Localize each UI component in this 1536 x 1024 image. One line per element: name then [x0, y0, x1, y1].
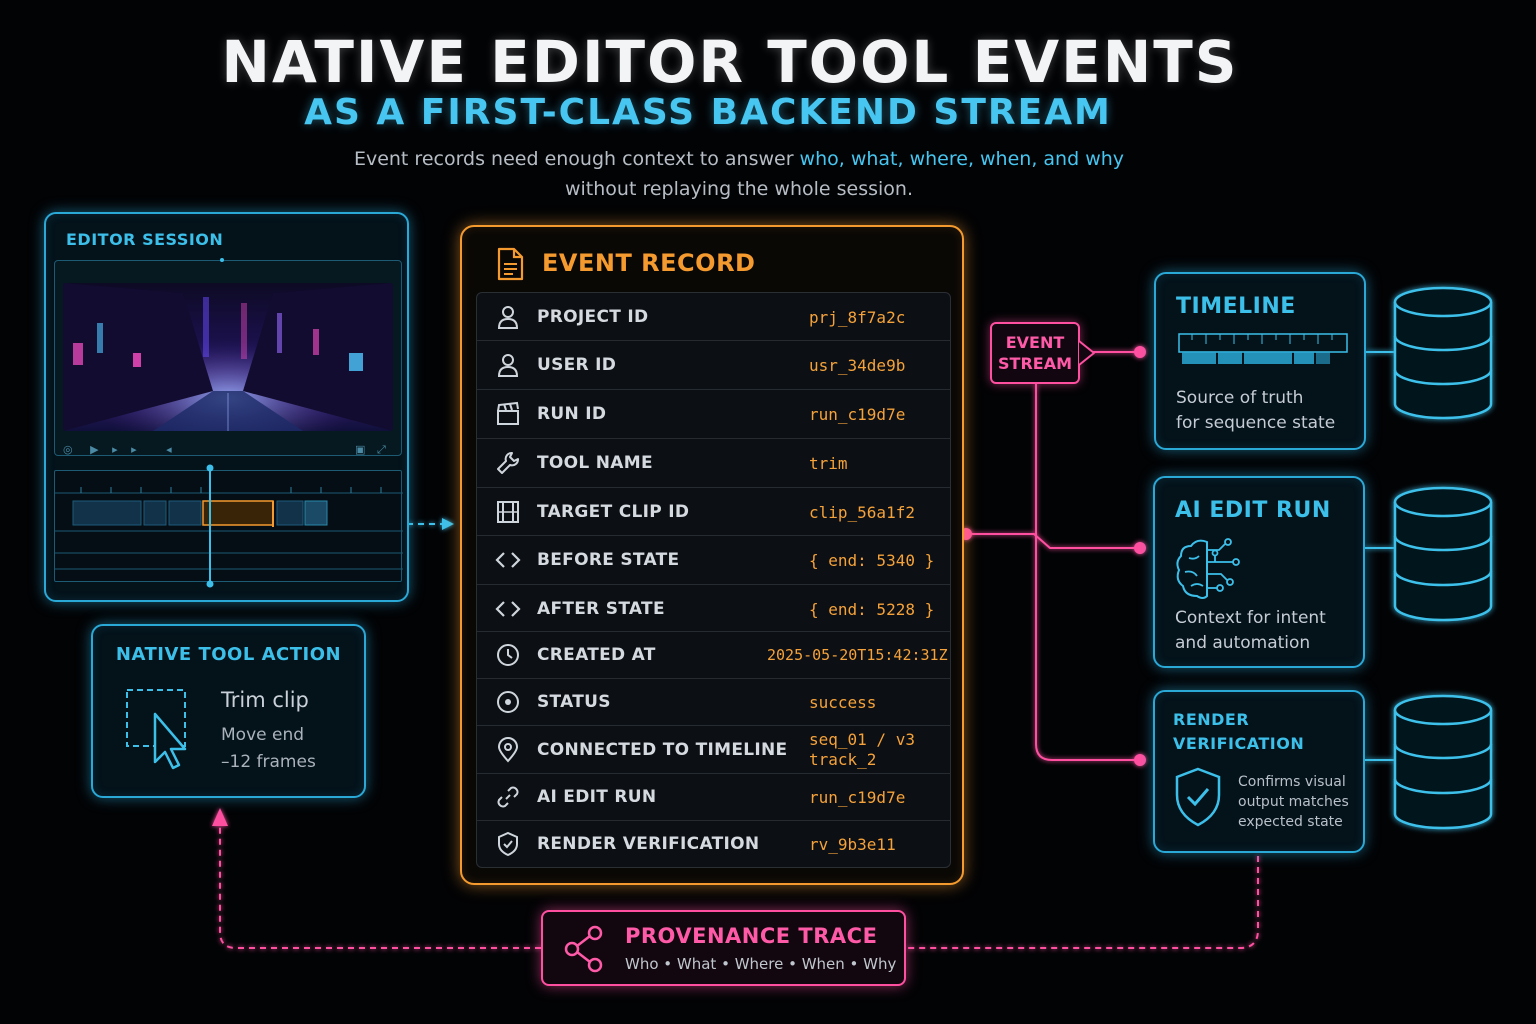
render-verification-database-icon: [1393, 694, 1493, 830]
ai-edit-run-database-icon: [1393, 486, 1493, 622]
provenance-trace-title: PROVENANCE TRACE: [625, 924, 878, 948]
provenance-trace-subtitle: Who • What • Where • When • Why: [625, 955, 897, 973]
timeline-database-icon: [1393, 286, 1493, 420]
provenance-trace-card: PROVENANCE TRACE Who • What • Where • Wh…: [541, 910, 906, 986]
database-icons: [1393, 286, 1493, 830]
share-nodes-icon: [564, 925, 603, 973]
